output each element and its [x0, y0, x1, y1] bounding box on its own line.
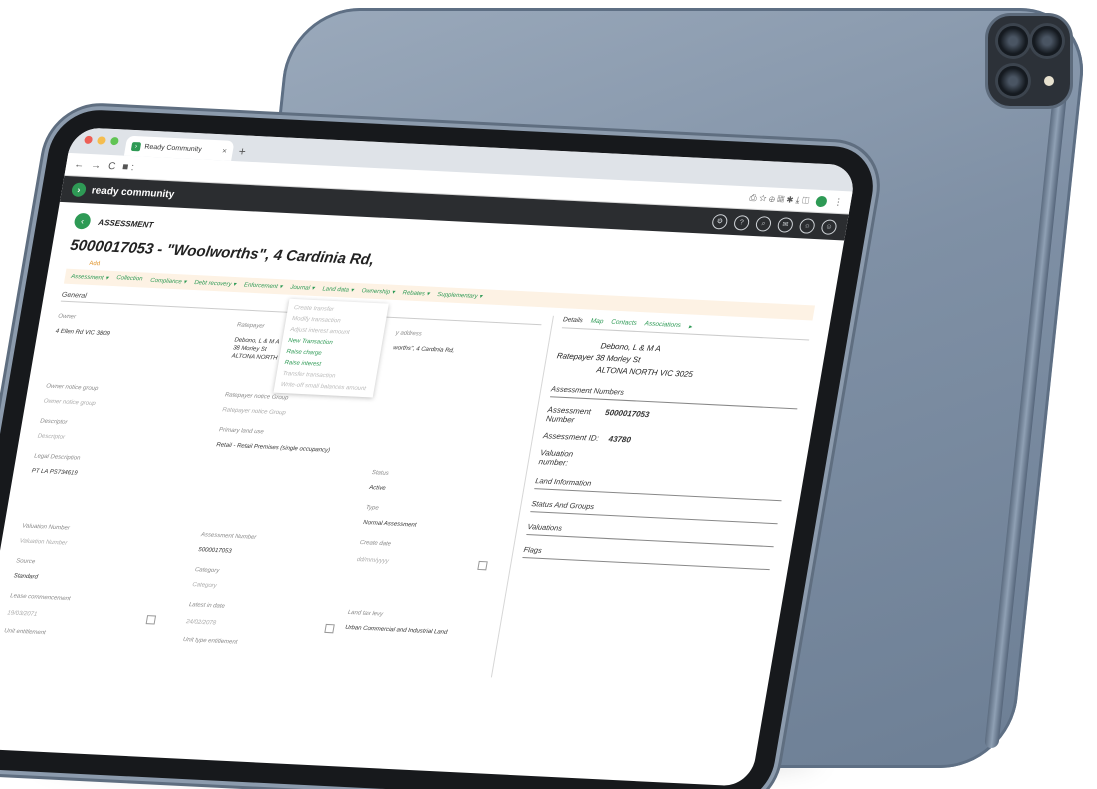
calendar-icon[interactable] — [324, 623, 335, 634]
assessment-page: ‹ ASSESSMENT 5000017053 - "Woolworths", … — [0, 202, 844, 701]
tablet-front: › Ready Community × + ← → C ■ : ⎙ ☆ ⊕ ▦ … — [0, 108, 881, 789]
land-tax-levy-field: Land tax levy Urban Commercial and Indus… — [344, 609, 448, 636]
app-name: ready community — [90, 184, 176, 200]
device-mockup: › Ready Community × + ← → C ■ : ⎙ ☆ ⊕ ▦ … — [0, 0, 1097, 789]
assessment-number-row: Assessment Number 5000017053 — [545, 405, 796, 435]
browser-toolbar-icons[interactable]: ⎙ ☆ ⊕ ▦ ✱ ⤓ ◫ — [749, 192, 810, 206]
descriptor-field: Descriptor Descriptor — [37, 418, 68, 441]
maximize-window-icon[interactable] — [109, 136, 120, 146]
ratepayer-notice-field: Ratepayer notice Group Ratepayer notice … — [221, 392, 289, 417]
reload-icon[interactable]: C — [107, 160, 116, 171]
ratepayer-street: 38 Morley St — [594, 353, 642, 365]
camera-module — [988, 16, 1070, 106]
more-menu-icon[interactable]: ⋮ — [833, 196, 844, 207]
gear-icon[interactable]: ⚙ — [711, 213, 729, 230]
browser-actions: ⎙ ☆ ⊕ ▦ ✱ ⤓ ◫ ⋮ — [749, 192, 844, 208]
chat-icon[interactable]: ✉ — [776, 216, 795, 233]
url-field[interactable]: ■ : — [121, 161, 134, 173]
window-controls — [83, 135, 120, 146]
tablet-screen: › Ready Community × + ← → C ■ : ⎙ ☆ ⊕ ▦ … — [0, 126, 858, 787]
close-window-icon[interactable] — [83, 135, 94, 145]
ratepayer-label: Ratepayer — [556, 351, 595, 363]
favicon-icon: › — [130, 141, 142, 151]
assessment-id-value: 43780 — [607, 434, 632, 445]
menu-rebates[interactable]: Rebates ▾ — [402, 289, 430, 297]
menu-land-data[interactable]: Land data ▾ — [322, 285, 354, 294]
calendar-icon[interactable] — [145, 615, 157, 625]
flash-icon — [1044, 76, 1054, 86]
search-icon[interactable]: ⌕ — [754, 215, 773, 232]
latest-in-date-field: Latest in date 24/02/2078 — [185, 602, 337, 634]
tab-title: Ready Community — [143, 143, 203, 153]
back-arrow-icon[interactable]: ← — [73, 159, 85, 170]
camera-lens-icon — [998, 66, 1028, 96]
module-label: ASSESSMENT — [97, 217, 155, 230]
lease-commencement-field: Lease commencement 19/03/2071 — [7, 593, 159, 625]
camera-lens-icon — [998, 26, 1028, 56]
tab-contacts[interactable]: Contacts — [610, 319, 638, 328]
fields-grid: Owner 4 Ellen Rd VIC 3809 Ratepayer Debo… — [0, 314, 539, 677]
back-button[interactable]: ‹ — [73, 212, 92, 230]
tabs-next-icon[interactable]: ▸ — [688, 322, 693, 330]
panel-tabs: Details Map Contacts Associations ▸ — [561, 316, 812, 341]
menu-enforcement[interactable]: Enforcement ▾ — [243, 281, 283, 290]
primary-land-use-field: Primary land use Retail - Retail Premise… — [215, 427, 331, 454]
menu-assessment[interactable]: Assessment ▾ — [71, 273, 109, 282]
help-icon[interactable]: ? — [732, 214, 751, 231]
unit-entitlement-field: Unit entitlement — [3, 628, 47, 637]
assessment-number-field: Assessment Number 5000017053 — [197, 532, 257, 555]
minimize-window-icon[interactable] — [96, 136, 107, 145]
create-date-field: Create date dd/mm/yyyy — [356, 540, 490, 571]
logo-icon: › — [70, 182, 88, 198]
menu-ownership[interactable]: Ownership ▾ — [361, 287, 395, 296]
forward-arrow-icon[interactable]: → — [90, 160, 102, 171]
tab-close-icon[interactable]: × — [221, 146, 227, 155]
user-icon[interactable]: ☺ — [820, 218, 838, 235]
header-icons: ⚙ ? ⌕ ✉ ☼ ☺ — [711, 213, 838, 235]
category-field: Category Category — [191, 567, 220, 590]
tablet-edge — [984, 48, 1072, 748]
menu-journal[interactable]: Journal ▾ — [290, 284, 315, 292]
source-field: Source Standard — [13, 558, 39, 581]
tab-map[interactable]: Map — [590, 318, 604, 327]
calendar-icon[interactable] — [477, 560, 488, 571]
tab-associations[interactable]: Associations — [644, 320, 681, 330]
assessment-number-value: 5000017053 — [604, 408, 651, 420]
profile-avatar[interactable] — [815, 195, 828, 207]
camera-lens-icon — [1032, 26, 1062, 56]
tab-details[interactable]: Details — [562, 316, 583, 325]
content-area: General Create transfer Modify transacti… — [0, 291, 812, 690]
valuation-number-field: Valuation Number Valuation Number — [19, 523, 71, 547]
owner-field: Owner 4 Ellen Rd VIC 3809 — [55, 313, 111, 338]
tablet-bezel: › Ready Community × + ← → C ■ : ⎙ ☆ ⊕ ▦ … — [0, 108, 881, 789]
unit-type-entitlement-field: Unit type entitlement — [182, 637, 238, 646]
property-address-field: y address worths", 4 Cardinia Rd, — [392, 330, 455, 355]
menu-debt-recovery[interactable]: Debt recovery ▾ — [194, 279, 237, 288]
bulb-icon[interactable]: ☼ — [798, 217, 816, 234]
menu-compliance[interactable]: Compliance ▾ — [150, 277, 187, 286]
journal-dropdown: Create transfer Modify transaction Adjus… — [273, 298, 389, 398]
owner-notice-field: Owner notice group Owner notice group — [43, 383, 99, 408]
type-field: Type Normal Assessment — [362, 505, 417, 529]
new-tab-button[interactable]: + — [238, 144, 247, 158]
assessment-id-label: Assessment ID: — [542, 431, 600, 443]
status-field: Status Active — [368, 470, 390, 492]
menu-supplementary[interactable]: Supplementary ▾ — [437, 291, 483, 300]
menu-collection[interactable]: Collection — [116, 275, 143, 283]
general-panel: General Create transfer Modify transacti… — [0, 291, 554, 678]
legal-description-field: Legal Description PT LA PS734619 — [31, 453, 81, 477]
